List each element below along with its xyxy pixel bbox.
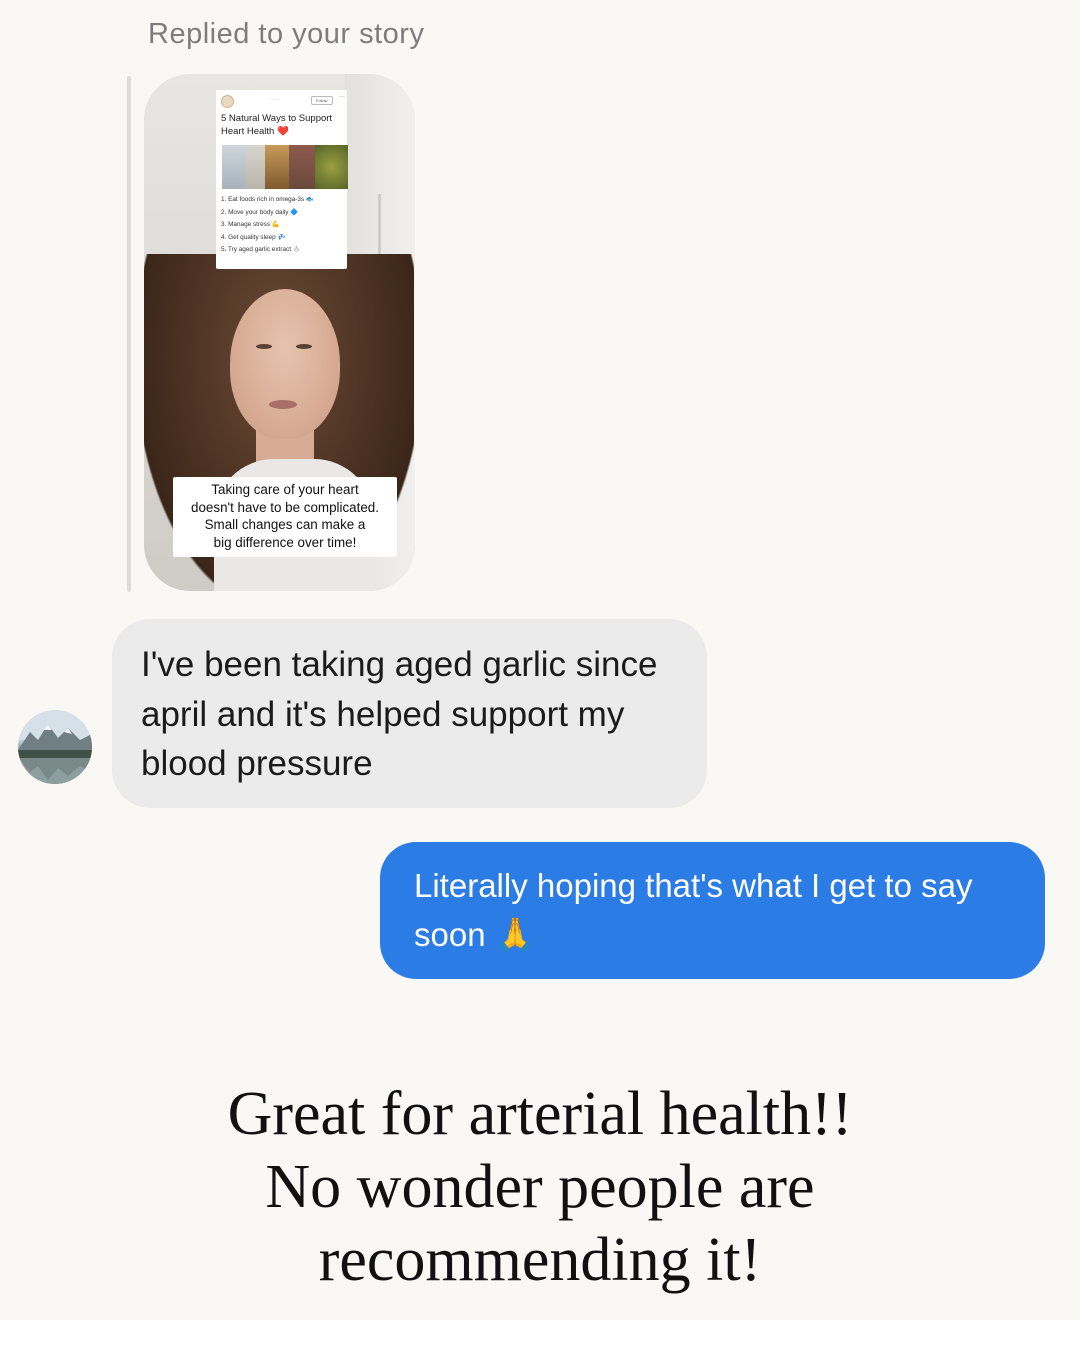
bottom-strip [0, 1320, 1080, 1350]
story-person-eye-right [296, 344, 312, 349]
post-card-username: ········ [269, 97, 280, 102]
overlay-caption-line: recommending it! [318, 1226, 762, 1294]
incoming-message-bubble[interactable]: I've been taking aged garlic since april… [112, 619, 707, 808]
story-caption-line: big difference over time! [213, 534, 357, 550]
reply-quote-bar [127, 76, 131, 592]
story-person-face [230, 289, 340, 439]
outgoing-message-bubble[interactable]: Literally hoping that's what I get to sa… [380, 842, 1045, 979]
replied-to-story-label: Replied to your story [148, 18, 425, 50]
story-caption-line: Small changes can make a [204, 517, 366, 532]
story-person-mouth [269, 400, 297, 409]
post-card-more-icon: ··· [339, 94, 345, 100]
overlay-caption-line: No wonder people are [265, 1153, 815, 1221]
post-card-image-strip [222, 145, 348, 189]
post-card-image-room [265, 145, 289, 189]
incoming-message-line: I've been taking aged garlic since [141, 645, 658, 684]
story-caption: Taking care of your heart doesn't have t… [173, 477, 397, 557]
mountain-lake-avatar-image [18, 710, 92, 784]
story-caption-line: Taking care of your heart [211, 482, 359, 497]
story-person-eye-left [256, 344, 272, 349]
post-card-image-bed [289, 145, 315, 189]
post-card-title-line: Heart Health ❤️ [221, 126, 289, 137]
post-card-image-kitchen [222, 145, 245, 189]
post-card-list-item: 5. Try aged garlic extract 🧄 [221, 246, 301, 254]
overlay-caption: Great for arterial health!! No wonder pe… [0, 1078, 1080, 1297]
post-card-header: ········ Follow ··· [221, 94, 345, 108]
post-card-list-item: 4. Get quality sleep 💤 [221, 233, 286, 241]
post-card-image-garlic [315, 145, 348, 189]
post-card-list-item: 1. Eat foods rich in omega-3s 🐟 [221, 196, 314, 203]
post-card-list-item: 2. Move your body daily 🔷 [221, 208, 299, 216]
post-card-follow-button: Follow [311, 96, 333, 105]
post-card-title: 5 Natural Ways to Support Heart Health ❤… [221, 112, 347, 138]
post-card-list: 1. Eat foods rich in omega-3s 🐟 2. Move … [221, 194, 345, 257]
incoming-message-line: blood pressure [141, 744, 373, 783]
story-thumbnail[interactable]: ········ Follow ··· 5 Natural Ways to Su… [144, 74, 415, 591]
post-card-avatar [221, 95, 234, 108]
post-card-image-mat [245, 145, 265, 189]
post-card-title-line: 5 Natural Ways to Support [221, 113, 333, 124]
story-shared-post-card: ········ Follow ··· 5 Natural Ways to Su… [216, 90, 348, 269]
sender-avatar[interactable] [18, 710, 92, 784]
incoming-message-line: april and it's helped support my [141, 694, 625, 734]
overlay-caption-line: Great for arterial health!! [227, 1080, 853, 1148]
story-caption-line: doesn't have to be complicated. [191, 499, 379, 515]
post-card-list-item: 3. Manage stress 💪 [221, 221, 280, 229]
outgoing-message-line: Literally hoping that's what I get to sa… [414, 867, 973, 904]
outgoing-message-line: soon 🙏 [414, 915, 536, 953]
